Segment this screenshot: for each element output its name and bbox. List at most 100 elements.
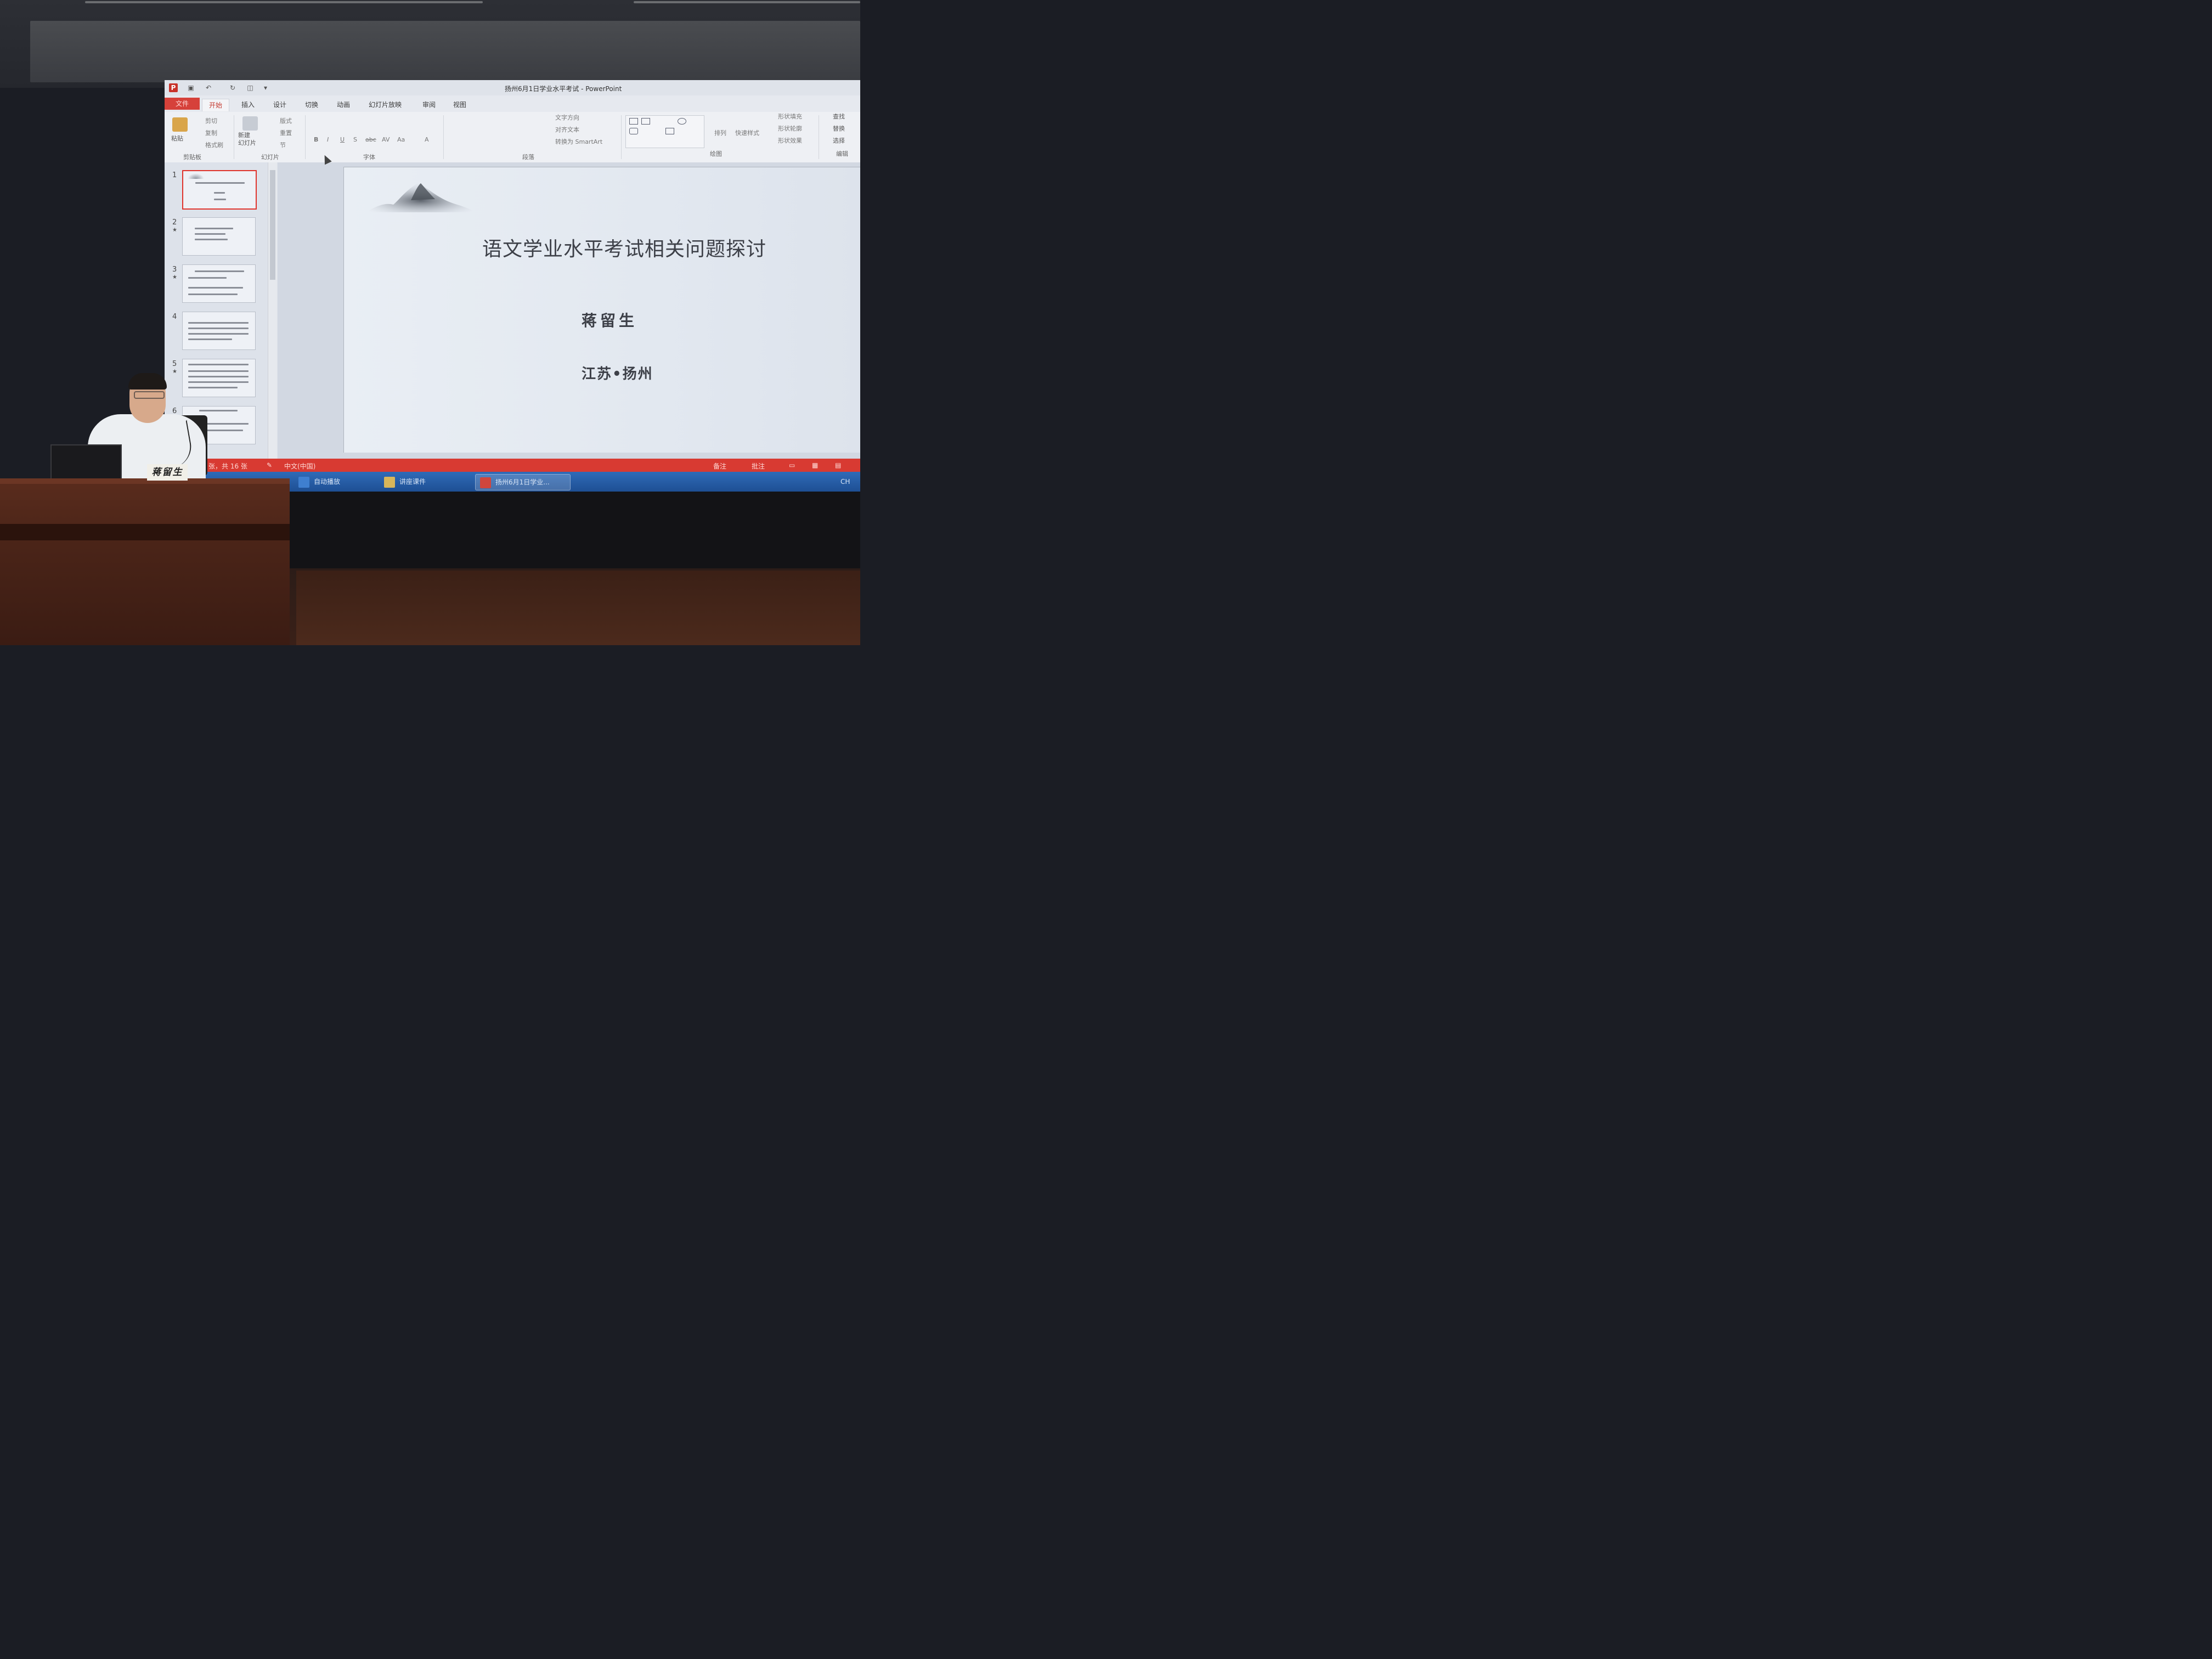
- thumb-number: 2: [172, 218, 177, 227]
- redo-icon[interactable]: ↻: [228, 83, 237, 92]
- reset-button[interactable]: 重置: [280, 128, 292, 137]
- italic-button[interactable]: I: [327, 136, 329, 143]
- taskbar-autoplay[interactable]: 自动播放: [294, 474, 376, 489]
- podium-band: [0, 524, 290, 540]
- tab-view[interactable]: 视图: [447, 99, 473, 111]
- thumb-text-line: [188, 338, 232, 340]
- shape-rectangle-icon[interactable]: [629, 118, 638, 125]
- thumb-number: 3: [172, 266, 177, 274]
- tab-animations[interactable]: 动画: [330, 99, 357, 111]
- font-color-button[interactable]: A: [425, 136, 429, 143]
- slide-thumbnail-3[interactable]: [182, 264, 256, 303]
- arrange-button[interactable]: 排列: [714, 128, 726, 137]
- tab-transitions[interactable]: 切换: [298, 99, 325, 111]
- shape-effects-button[interactable]: 形状效果: [778, 136, 802, 145]
- ceiling-light-left: [85, 1, 483, 3]
- scrollbar-thumb[interactable]: [270, 170, 275, 280]
- input-language-indicator[interactable]: CH: [840, 474, 857, 489]
- thumb-text-line: [199, 410, 238, 411]
- ceiling-panel: [30, 21, 860, 82]
- thumb-text-line: [188, 294, 238, 295]
- format-painter-button[interactable]: 格式刷: [205, 140, 223, 149]
- laptop: [50, 444, 122, 482]
- slide-count: 张，共 16 张: [208, 462, 247, 470]
- copy-button[interactable]: 复制: [205, 128, 217, 137]
- new-slide-icon[interactable]: [242, 116, 258, 131]
- strikethrough-button[interactable]: abc: [365, 136, 376, 143]
- taskbar-powerpoint[interactable]: 扬州6月1日学业...: [475, 474, 571, 490]
- tab-review[interactable]: 审阅: [416, 99, 442, 111]
- slide-thumbnail-2[interactable]: [182, 217, 256, 256]
- drawing-group-label: 绘图: [710, 150, 722, 157]
- thumb-text-line: [195, 270, 244, 272]
- current-slide[interactable]: 语文学业水平考试相关问题探讨 蒋留生 江苏•扬州: [343, 167, 860, 453]
- slide-thumbnail-1[interactable]: [182, 170, 257, 210]
- cut-button[interactable]: 剪切: [205, 116, 217, 125]
- reading-view-icon[interactable]: ▤: [835, 461, 841, 469]
- replace-button[interactable]: 替换: [833, 124, 845, 133]
- animation-star-icon: ★: [172, 227, 177, 233]
- paragraph-group-label: 段落: [522, 154, 534, 161]
- slide-thumbnail-4[interactable]: [182, 312, 256, 350]
- notes-button[interactable]: 备注: [713, 461, 726, 471]
- slide-thumbnail-5[interactable]: [182, 359, 256, 397]
- tab-slideshow[interactable]: 幻灯片放映: [362, 99, 408, 111]
- undo-icon[interactable]: ↶: [204, 83, 213, 92]
- shape-textbox-icon[interactable]: [641, 118, 650, 125]
- bold-button[interactable]: B: [314, 136, 318, 143]
- quick-styles-button[interactable]: 快速样式: [735, 128, 759, 137]
- spellcheck-icon[interactable]: ✎: [267, 461, 272, 469]
- underline-button[interactable]: U: [340, 136, 345, 143]
- language-indicator[interactable]: 中文(中国): [284, 461, 315, 471]
- customize-toolbar-icon[interactable]: ▾: [261, 83, 270, 92]
- paste-icon[interactable]: [172, 117, 188, 132]
- shapes-gallery[interactable]: [625, 115, 704, 148]
- slide-thumbnail-panel: 1 2 ★ 3 ★ 4 5 ★ 6: [165, 162, 278, 459]
- shadow-button[interactable]: S: [353, 136, 357, 143]
- shape-oval-icon[interactable]: [678, 118, 686, 125]
- slide-sorter-icon[interactable]: ▦: [812, 461, 818, 469]
- taskbar-label: 自动播放: [314, 478, 341, 486]
- section-button[interactable]: 节: [280, 140, 286, 149]
- slideshow-start-icon[interactable]: ◫: [246, 83, 255, 92]
- slide-author: 蒋留生: [582, 312, 638, 330]
- select-button[interactable]: 选择: [833, 136, 845, 145]
- shape-rounded-rect-icon[interactable]: [629, 128, 638, 134]
- paste-button[interactable]: 粘贴: [171, 134, 183, 143]
- powerpoint-logo-icon: P: [169, 83, 178, 92]
- tab-home[interactable]: 开始: [202, 99, 230, 111]
- normal-view-icon[interactable]: ▭: [789, 461, 795, 469]
- thumb-number: 5: [172, 360, 177, 368]
- comments-button[interactable]: 批注: [752, 461, 765, 471]
- ribbon-divider: [443, 115, 444, 159]
- speaker-hair: [128, 373, 167, 390]
- tab-insert[interactable]: 插入: [235, 99, 261, 111]
- font-group-label: 字体: [363, 154, 375, 161]
- shape-outline-button[interactable]: 形状轮廓: [778, 124, 802, 133]
- slide-title: 语文学业水平考试相关问题探讨: [482, 238, 766, 261]
- change-case-button[interactable]: Aa: [397, 136, 405, 143]
- layout-button[interactable]: 版式: [280, 116, 292, 125]
- tab-file[interactable]: 文件: [165, 98, 200, 110]
- slides-group-label: 幻灯片: [261, 154, 279, 161]
- thumbnail-scrollbar[interactable]: [268, 162, 277, 459]
- projection-screen: P ▣ ↶ ↻ ◫ ▾ 扬州6月1日学业水平考试 - PowerPoint 文件…: [165, 80, 860, 492]
- editing-group-label: 编辑: [836, 150, 848, 157]
- thumb-text-line: [188, 376, 249, 377]
- shape-fill-button[interactable]: 形状填充: [778, 112, 802, 121]
- shape-arrow-icon[interactable]: [665, 128, 674, 134]
- slide-location: 江苏•扬州: [582, 366, 653, 382]
- podium-top: [0, 478, 290, 484]
- thumb-text-line: [214, 192, 225, 194]
- convert-smartart-button[interactable]: 转换为 SmartArt: [555, 137, 602, 146]
- tab-design[interactable]: 设计: [267, 99, 293, 111]
- status-bar: 张，共 16 张 ✎ 中文(中国) 备注 批注 ▭ ▦ ▤: [165, 459, 860, 472]
- new-slide-button[interactable]: 新建 幻灯片: [238, 132, 256, 147]
- find-button[interactable]: 查找: [833, 112, 845, 121]
- taskbar-lecture-folder[interactable]: 讲座课件: [380, 474, 472, 489]
- align-text-button[interactable]: 对齐文本: [555, 125, 579, 134]
- text-direction-button[interactable]: 文字方向: [555, 113, 579, 122]
- char-spacing-button[interactable]: AV: [382, 136, 390, 143]
- thumb-text-line: [188, 328, 249, 329]
- save-icon[interactable]: ▣: [187, 83, 195, 92]
